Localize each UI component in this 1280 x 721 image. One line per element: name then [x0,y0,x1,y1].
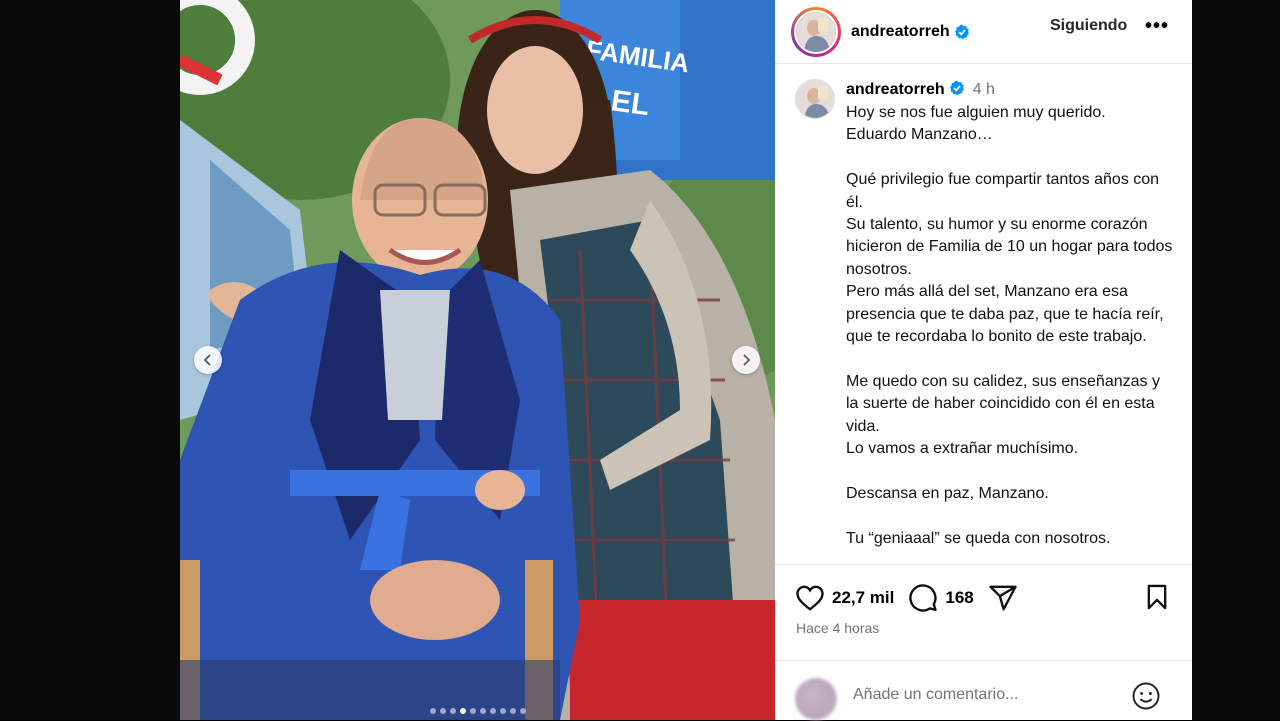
carousel-dot [479,708,486,714]
caption-line: Qué privilegio fue compartir tantos años… [846,171,1160,211]
caption-line: Tu “geniaaal” se queda con nosotros. [846,529,1111,547]
carousel-dot [459,708,466,714]
share-icon [989,585,1017,611]
divider [775,564,1192,565]
chevron-left-icon [203,354,211,366]
author-avatar[interactable] [791,6,841,57]
like-count[interactable]: 22,7 mil [832,588,894,608]
carousel-dot [469,708,476,714]
avatar-image [796,80,834,118]
author-username[interactable]: andreatorreh [851,23,950,41]
caption-header: andreatorreh 4 h [846,80,995,99]
photo-scene: FAMILIA EL [180,0,775,720]
post-photo: FAMILIA EL [180,0,775,720]
sign-text-2: EL [609,84,652,122]
comment-icon [909,584,938,612]
caption-text: Hoy se nos fue alguien muy querido. Eduar… [846,102,1176,550]
heart-icon [796,585,824,611]
caption-line: Hoy se nos fue alguien muy querido. [846,104,1106,121]
like-button[interactable] [795,583,825,613]
caption-avatar[interactable] [795,79,835,119]
left-letterbox [0,0,180,720]
more-options-button[interactable]: ••• [1145,15,1169,38]
caption-username[interactable]: andreatorreh [846,81,945,98]
carousel-next-button[interactable] [732,346,760,374]
carousel-dot [449,708,456,714]
post-details-panel: andreatorreh Siguiendo ••• andreatorreh … [775,0,1192,720]
verified-icon [949,80,964,96]
caption-line: Pero más allá del set, Manzano era esa p… [846,283,1164,346]
caption-line: Me quedo con su calidez, sus enseñanzas … [846,372,1160,435]
action-bar: 22,7 mil 168 [795,582,1018,614]
carousel-dot [499,708,506,714]
caption-area: andreatorreh 4 h Hoy se nos fue alguien … [775,64,1192,564]
carousel-prev-button[interactable] [194,346,222,374]
bookmark-icon[interactable] [1143,583,1171,611]
caption-line: Lo vamos a extrañar muchísimo. [846,440,1079,458]
comment-button[interactable] [908,583,938,613]
carousel-dot [509,708,516,714]
carousel-dot [489,708,496,714]
carousel-dot [429,708,436,714]
emoji-icon[interactable] [1131,681,1161,711]
carousel-indicator [180,708,775,714]
verified-icon [954,24,969,39]
caption-line: Descansa en paz, Manzano. [846,484,1049,502]
comment-bar [775,660,1192,721]
carousel-dot [519,708,526,714]
chevron-right-icon [743,354,751,366]
comment-input[interactable] [851,685,1115,705]
right-letterbox [1192,0,1280,720]
caption-line: Su talento, su humor y su enorme corazón… [846,216,1173,278]
viewer-avatar [795,678,837,720]
following-button[interactable]: Siguiendo [1050,17,1127,35]
avatar-image [796,11,836,52]
comment-count[interactable]: 168 [945,588,973,608]
caption-line: Eduardo Manzano… [846,126,993,144]
post-time-ago[interactable]: Hace 4 horas [796,620,879,636]
share-button[interactable] [988,583,1018,613]
caption-timestamp[interactable]: 4 h [973,81,995,98]
carousel-dot [439,708,446,714]
post-header: andreatorreh Siguiendo ••• [775,0,1192,64]
